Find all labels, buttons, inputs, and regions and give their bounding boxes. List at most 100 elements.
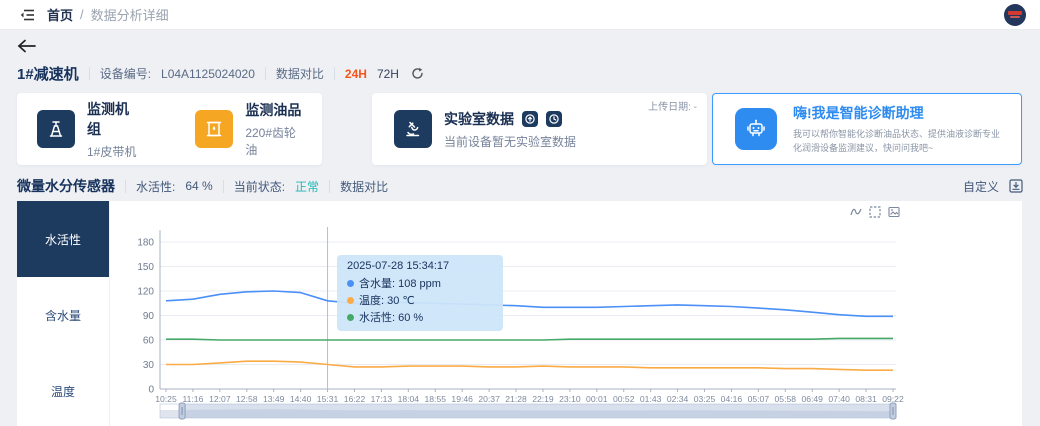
compare-link[interactable]: 数据对比	[276, 65, 324, 82]
breadcrumb-home[interactable]: 首页	[47, 5, 73, 24]
x-axis-label: 04:16	[721, 394, 743, 404]
machine-icon	[37, 110, 75, 148]
series-line-2	[166, 338, 893, 340]
x-axis-label: 14:40	[290, 394, 312, 404]
summary-cards: 监测机组 1#皮带机 监测油品 220#齿轮油 上传日期: -	[17, 93, 1023, 165]
x-axis-label: 12:07	[209, 394, 231, 404]
custom-button[interactable]: 自定义	[963, 178, 999, 195]
x-axis-label: 19:46	[451, 394, 473, 404]
brand-avatar[interactable]	[1004, 4, 1026, 26]
line-sketch-icon[interactable]	[850, 206, 862, 218]
monitor-oil-subtitle: 220#齿轮油	[245, 124, 302, 158]
x-axis-label: 23:10	[559, 394, 581, 404]
lab-title: 实验室数据	[444, 109, 514, 129]
x-axis-label: 18:04	[398, 394, 420, 404]
range-72h-button[interactable]: 72H	[377, 67, 399, 81]
monitor-oil-title: 监测油品	[245, 100, 302, 120]
sensor-panel: 水活性含水量温度 0 30 60 90 120 150 180 10:25 11:16 12:07…	[17, 201, 1023, 426]
oil-barrel-icon	[195, 110, 233, 148]
x-axis-label: 20:37	[478, 394, 500, 404]
back-button[interactable]	[17, 38, 37, 58]
sensor-tabs: 水活性含水量温度	[17, 201, 110, 426]
sensor-chart-card: 030609012015018010:2511:1612:0712:5813:4…	[110, 201, 1022, 426]
x-axis-label: 18:55	[425, 394, 447, 404]
divider	[265, 67, 266, 80]
x-axis-label: 13:49	[263, 394, 285, 404]
x-axis-label: 15:31	[317, 394, 339, 404]
box-select-icon[interactable]	[869, 206, 881, 218]
x-axis-label: 00:52	[613, 394, 635, 404]
sensor-title: 微量水分传感器	[17, 176, 115, 196]
x-axis-label: 01:43	[640, 394, 662, 404]
x-axis-label: 08:31	[855, 394, 877, 404]
divider	[223, 180, 224, 193]
divider	[334, 67, 335, 80]
y-axis-label: 180	[137, 238, 154, 249]
sensor-tab[interactable]: 水活性	[17, 201, 109, 277]
history-icon[interactable]	[546, 111, 562, 127]
status-label: 当前状态:	[234, 178, 285, 195]
divider	[89, 67, 90, 80]
upload-date-label: 上传日期: -	[648, 98, 697, 113]
status-value: 正常	[295, 178, 319, 195]
device-title: 1#减速机	[17, 63, 79, 84]
series-line-0	[166, 291, 893, 316]
sensor-line-chart: 030609012015018010:2511:1612:0712:5813:4…	[110, 201, 1022, 426]
series-line-1	[166, 361, 893, 370]
lab-data-card: 上传日期: - 实验室数据	[372, 93, 707, 165]
device-no-value: L04A1125024020	[161, 67, 255, 81]
download-icon[interactable]	[1009, 179, 1023, 193]
ai-desc-line2: 化润滑设备监测建议，快问问我吧~	[793, 142, 1000, 156]
y-axis-label: 0	[148, 385, 154, 396]
divider	[329, 180, 330, 193]
chart-toolbox	[850, 206, 900, 218]
monitor-card: 监测机组 1#皮带机 监测油品 220#齿轮油	[17, 93, 322, 165]
breadcrumb-separator: /	[80, 7, 84, 22]
x-axis-label: 05:07	[748, 394, 770, 404]
range-24h-button[interactable]: 24H	[345, 67, 367, 81]
x-axis-label: 16:22	[344, 394, 366, 404]
refresh-icon[interactable]	[411, 67, 424, 80]
x-axis-label: 03:25	[694, 394, 716, 404]
x-axis-label: 07:40	[828, 394, 850, 404]
monitor-unit-subtitle: 1#皮带机	[87, 143, 137, 160]
sensor-header: 微量水分传感器 水活性: 64 % 当前状态: 正常 数据对比 自定义	[17, 174, 1023, 198]
divider	[125, 180, 126, 193]
device-header: 1#减速机 设备编号: L04A1125024020 数据对比 24H 72H	[17, 63, 1023, 84]
y-axis-label: 120	[137, 287, 154, 298]
datazoom-selection[interactable]	[182, 404, 893, 418]
lab-subtitle: 当前设备暂无实验室数据	[444, 133, 576, 150]
ai-desc-line1: 我可以帮你智能化诊断油品状态、提供油液诊断专业	[793, 128, 1000, 142]
y-axis-label: 30	[143, 360, 155, 371]
breadcrumb-current: 数据分析详细	[91, 5, 169, 24]
x-axis-label: 11:16	[182, 394, 203, 404]
y-axis-label: 60	[143, 336, 155, 347]
ai-assistant-card[interactable]: 嗨!我是智能诊断助理 我可以帮你智能化诊断油品状态、提供油液诊断专业 化润滑设备…	[712, 93, 1022, 165]
x-axis-label: 02:34	[667, 394, 689, 404]
main-content: 1#减速机 设备编号: L04A1125024020 数据对比 24H 72H …	[0, 37, 1040, 426]
device-no-label: 设备编号:	[100, 65, 151, 82]
upload-icon[interactable]	[522, 111, 538, 127]
menu-fold-icon[interactable]	[20, 8, 35, 22]
x-axis-label: 21:28	[505, 394, 527, 404]
y-axis-label: 150	[137, 262, 154, 273]
sensor-tab[interactable]: 含水量	[17, 277, 109, 353]
y-axis-label: 90	[143, 311, 155, 322]
x-axis-label: 17:13	[371, 394, 393, 404]
ai-description: 我可以帮你智能化诊断油品状态、提供油液诊断专业 化润滑设备监测建议，快问问我吧~	[793, 128, 1000, 156]
activity-value: 64 %	[185, 179, 212, 193]
x-axis-label: 22:19	[532, 394, 554, 404]
monitor-oil-group[interactable]: 监测油品 220#齿轮油	[195, 100, 302, 158]
save-image-icon[interactable]	[888, 206, 900, 218]
sensor-compare-link[interactable]: 数据对比	[340, 178, 388, 195]
sensor-tab[interactable]: 温度	[17, 353, 109, 426]
x-axis-label: 00:01	[586, 394, 608, 404]
x-axis-label: 05:58	[775, 394, 797, 404]
topbar: 首页 / 数据分析详细	[0, 0, 1040, 30]
monitor-unit-title: 监测机组	[87, 99, 137, 139]
x-axis-label: 10:25	[155, 394, 177, 404]
x-axis-label: 06:49	[801, 394, 823, 404]
monitor-unit-group[interactable]: 监测机组 1#皮带机	[37, 99, 137, 160]
robot-icon	[735, 108, 777, 150]
ai-title: 嗨!我是智能诊断助理	[793, 103, 1000, 123]
